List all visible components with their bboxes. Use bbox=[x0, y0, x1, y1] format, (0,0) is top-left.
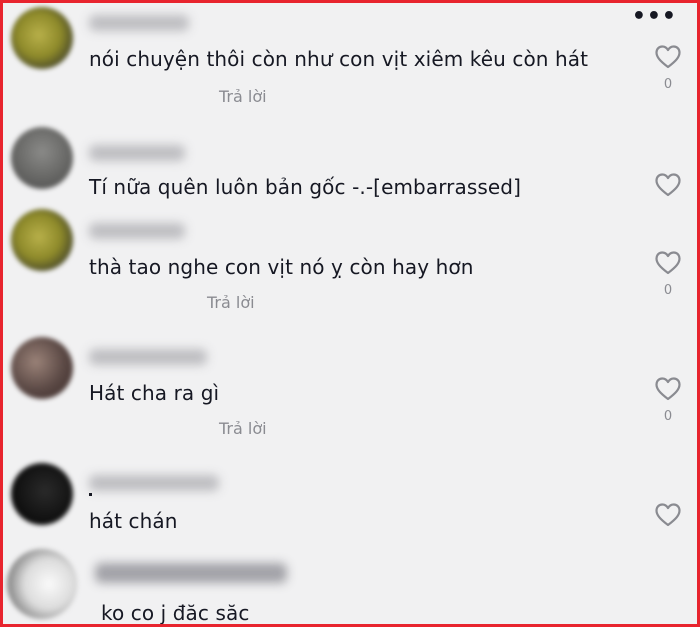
heart-icon[interactable] bbox=[655, 377, 681, 401]
heart-icon[interactable] bbox=[655, 45, 681, 69]
comments-panel: ••• nói chuyện thôi còn như con vịt xiêm… bbox=[0, 0, 700, 627]
avatar[interactable] bbox=[11, 209, 73, 271]
avatar[interactable] bbox=[11, 463, 73, 525]
comment-text: Hát cha ra gì bbox=[89, 381, 220, 405]
username-blurred[interactable] bbox=[89, 223, 185, 239]
comment-text: nói chuyện thôi còn như con vịt xiêm kêu… bbox=[89, 47, 589, 71]
like-count: 0 bbox=[663, 283, 673, 298]
like-count: 0 bbox=[663, 77, 673, 92]
like-count: 0 bbox=[663, 409, 673, 424]
stray-dot bbox=[89, 493, 92, 496]
like-button[interactable]: 0 bbox=[653, 377, 683, 424]
heart-icon[interactable] bbox=[655, 251, 681, 275]
like-button[interactable]: 0 bbox=[653, 251, 683, 298]
heart-icon[interactable] bbox=[655, 503, 681, 527]
like-button[interactable] bbox=[653, 173, 683, 197]
comment-text: ko co j đăc săc bbox=[101, 601, 250, 625]
more-options-icon[interactable]: ••• bbox=[632, 6, 677, 28]
username-blurred[interactable] bbox=[89, 145, 185, 161]
username-blurred[interactable] bbox=[89, 475, 219, 491]
heart-icon[interactable] bbox=[655, 173, 681, 197]
avatar[interactable] bbox=[11, 337, 73, 399]
reply-button[interactable]: Trả lời bbox=[207, 293, 255, 312]
avatar[interactable] bbox=[11, 7, 73, 69]
reply-button[interactable]: Trả lời bbox=[219, 419, 267, 438]
username-blurred[interactable] bbox=[89, 15, 189, 31]
comment-text: thà tao nghe con vịt nó ỵ còn hay hơn bbox=[89, 255, 474, 279]
reply-button[interactable]: Trả lời bbox=[219, 87, 267, 106]
comment-text: hát chán bbox=[89, 509, 178, 533]
like-button[interactable] bbox=[653, 503, 683, 527]
username-blurred[interactable] bbox=[89, 349, 207, 365]
avatar[interactable] bbox=[11, 127, 73, 189]
like-button[interactable]: 0 bbox=[653, 45, 683, 92]
comment-text: Tí nữa quên luôn bản gốc -.-[embarrassed… bbox=[89, 175, 521, 199]
username-blurred[interactable] bbox=[95, 563, 287, 583]
avatar[interactable] bbox=[7, 549, 77, 619]
